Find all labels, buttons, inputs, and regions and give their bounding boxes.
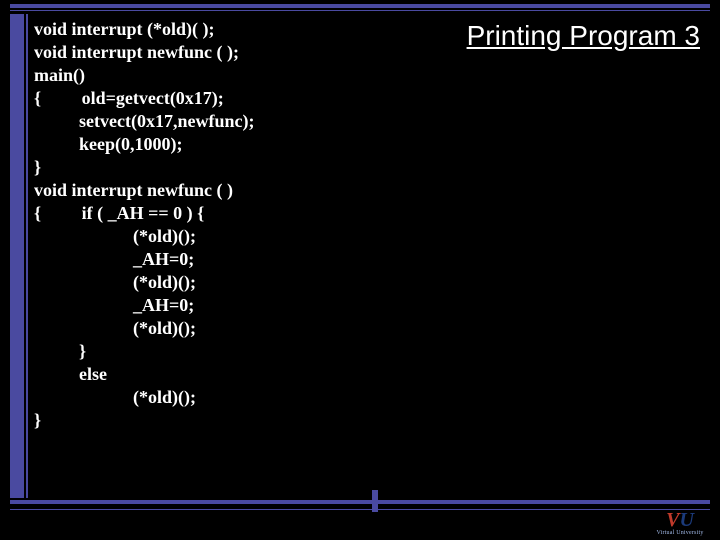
top-rule-thick — [10, 4, 710, 8]
code-block: void interrupt (*old)( ); void interrupt… — [34, 18, 457, 492]
slide-title: Printing Program 3 — [457, 18, 700, 492]
left-bar-thin — [26, 14, 28, 498]
logo-initials: VU — [666, 511, 694, 529]
vu-logo: VU Virtual University — [652, 506, 708, 536]
slide: void interrupt (*old)( ); void interrupt… — [0, 0, 720, 540]
logo-letter-u: U — [679, 509, 693, 531]
logo-letter-v: V — [666, 509, 679, 531]
logo-subtitle: Virtual University — [656, 530, 703, 536]
content-area: void interrupt (*old)( ); void interrupt… — [34, 18, 700, 492]
bottom-center-mark — [372, 490, 378, 512]
bottom-rule-thick — [10, 500, 710, 504]
bottom-rule-thin — [10, 509, 710, 510]
left-bar-thick — [10, 14, 24, 498]
top-rule-thin — [10, 10, 710, 11]
